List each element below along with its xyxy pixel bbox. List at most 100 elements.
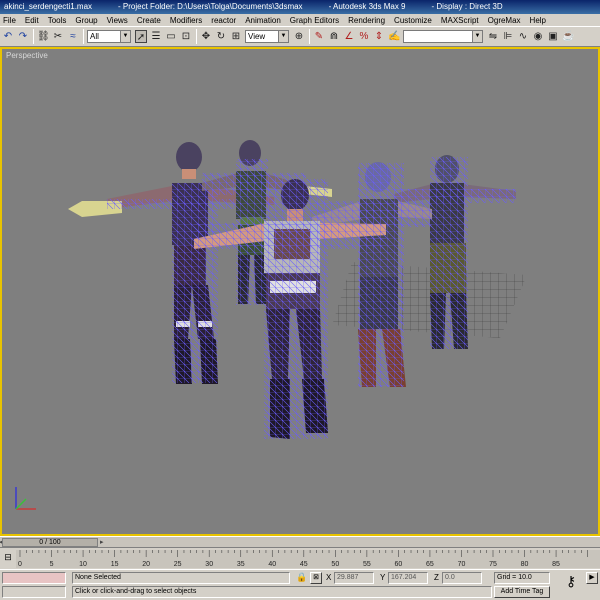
toolbar-divider (83, 29, 84, 44)
x-label: X (326, 573, 332, 582)
y-label: Y (380, 573, 386, 582)
timeline-tick-label: 15 (111, 561, 119, 568)
curve-editor-icon[interactable]: ∿ (517, 30, 529, 43)
window-title-file: akinci_serdengecti1.max (4, 2, 93, 11)
material-editor-icon[interactable]: ◉ (532, 30, 544, 43)
timeline-tick-label: 10 (79, 561, 87, 568)
pivot-point-icon[interactable]: ⊕ (293, 30, 305, 43)
render-setup-icon[interactable]: ▣ (547, 30, 559, 43)
percent-snap-icon[interactable]: % (358, 30, 370, 43)
timeline-tick-label: 65 (426, 561, 434, 568)
window-title-project: - Project Folder: D:\Users\Tolga\Documen… (118, 2, 303, 11)
toolbar-divider (309, 29, 310, 44)
perspective-viewport[interactable]: Perspective (0, 47, 600, 536)
prompt-text: Click or click-and-drag to select object… (75, 588, 197, 595)
select-and-manipulate-icon[interactable]: ✎ (313, 30, 325, 43)
menu-group[interactable]: Group (75, 16, 97, 25)
z-coordinate-field[interactable]: 0.0 (442, 572, 482, 584)
timeline-tick-label: 60 (395, 561, 403, 568)
y-coordinate-value: 167.204 (391, 574, 417, 581)
select-and-move-icon[interactable]: ✥ (200, 30, 212, 43)
selection-status: None Selected (72, 572, 290, 584)
z-label: Z (434, 573, 439, 582)
timeline-tick-label: 50 (331, 561, 339, 568)
lock-icon[interactable]: 🔒 (296, 572, 307, 584)
timeline-tick-label: 0 (18, 561, 22, 568)
selection-filter-dropdown[interactable]: All ▼ (87, 30, 131, 43)
title-bar: akinci_serdengecti1.max - Project Folder:… (0, 0, 600, 14)
selection-status-text: None Selected (75, 574, 121, 581)
menu-rendering[interactable]: Rendering (348, 16, 385, 25)
y-coordinate-field[interactable]: 167.204 (388, 572, 428, 584)
main-toolbar: ↶ ↷ ⛓ ✂ ≈ All ▼ ➚ ☰ ▭ ⊡ ✥ ↻ ⊞ View ▼ ⊕ ✎ ⋒… (0, 27, 600, 47)
chevron-down-icon: ▼ (278, 31, 288, 42)
absolute-mode-icon[interactable]: ⊠ (310, 572, 322, 584)
menu-maxscript[interactable]: MAXScript (441, 16, 479, 25)
spinner-snap-icon[interactable]: ⇕ (373, 30, 385, 43)
viewport-label[interactable]: Perspective (6, 51, 48, 60)
chevron-right-icon[interactable]: ▸ (100, 538, 104, 546)
menu-bar: File Edit Tools Group Views Create Modif… (0, 14, 600, 27)
snap-toggle-icon[interactable]: ⋒ (328, 30, 340, 43)
toolbar-divider (196, 29, 197, 44)
auto-key-icon[interactable]: ▶ (586, 572, 598, 584)
time-slider-frame: 0 / 100 (39, 539, 61, 546)
menu-edit[interactable]: Edit (25, 16, 39, 25)
status-bar: None Selected Click or click-and-drag to… (0, 569, 600, 600)
z-coordinate-value: 0.0 (445, 574, 455, 581)
select-object-icon[interactable]: ➚ (135, 30, 147, 43)
timeline-tick-label: 20 (142, 561, 150, 568)
set-key-icon[interactable]: ⚷ (560, 574, 582, 592)
undo-icon[interactable]: ↶ (2, 30, 14, 43)
add-time-tag-button[interactable]: Add Time Tag (494, 586, 550, 598)
timeline-tick-label: 55 (363, 561, 371, 568)
track-bar[interactable]: 0 5 10 15 20 25 30 35 40 45 50 55 60 65 70 75 80 85 ⊟ (0, 547, 600, 569)
menu-customize[interactable]: Customize (394, 16, 432, 25)
menu-ogremax[interactable]: OgreMax (488, 16, 521, 25)
menu-animation[interactable]: Animation (245, 16, 281, 25)
reference-coordinate-dropdown[interactable]: View ▼ (245, 30, 289, 43)
menu-views[interactable]: Views (107, 16, 128, 25)
timeline-tick-label: 40 (268, 561, 276, 568)
maxscript-listener-output[interactable] (2, 586, 66, 598)
timeline-tick-label: 75 (489, 561, 497, 568)
menu-help[interactable]: Help (530, 16, 546, 25)
rectangular-selection-icon[interactable]: ▭ (165, 30, 177, 43)
x-coordinate-value: 29.887 (337, 574, 359, 581)
angle-snap-icon[interactable]: ∠ (343, 30, 355, 43)
menu-file[interactable]: File (3, 16, 16, 25)
viewport-scene (15, 140, 527, 510)
timeline-tick-label: 85 (552, 561, 560, 568)
window-crossing-icon[interactable]: ⊡ (180, 30, 192, 43)
timeline-tick-label: 70 (458, 561, 466, 568)
window-title-app: - Autodesk 3ds Max 9 (328, 2, 406, 11)
grid-value: Grid = 10.0 (497, 574, 532, 581)
select-and-link-icon[interactable]: ⛓ (37, 30, 49, 43)
menu-create[interactable]: Create (137, 16, 161, 25)
x-coordinate-field[interactable]: 29.887 (334, 572, 374, 584)
menu-tools[interactable]: Tools (48, 16, 67, 25)
unlink-selection-icon[interactable]: ✂ (52, 30, 64, 43)
menu-reactor[interactable]: reactor (211, 16, 236, 25)
render-icon[interactable]: ☕ (562, 30, 574, 43)
time-slider[interactable]: 0 / 100 (2, 538, 98, 547)
time-slider-track: ◂ 0 / 100 ▸ (0, 536, 600, 547)
align-icon[interactable]: ⊫ (502, 30, 514, 43)
edit-named-selection-icon[interactable]: ✍ (388, 30, 400, 43)
select-by-name-icon[interactable]: ☰ (150, 30, 162, 43)
menu-graph-editors[interactable]: Graph Editors (290, 16, 339, 25)
select-and-rotate-icon[interactable]: ↻ (215, 30, 227, 43)
timeline-tick-label: 30 (205, 561, 213, 568)
named-selection-dropdown[interactable]: ▼ (403, 30, 483, 43)
mini-curve-editor-icon[interactable]: ⊟ (2, 552, 14, 564)
select-and-scale-icon[interactable]: ⊞ (230, 30, 242, 43)
timeline-tick-label: 5 (50, 561, 54, 568)
toolbar-divider (33, 29, 34, 44)
prompt-line: Click or click-and-drag to select object… (72, 586, 492, 598)
redo-icon[interactable]: ↷ (17, 30, 29, 43)
maxscript-listener[interactable] (2, 572, 66, 584)
menu-modifiers[interactable]: Modifiers (170, 16, 202, 25)
bind-space-warp-icon[interactable]: ≈ (67, 30, 79, 43)
mirror-icon[interactable]: ⇋ (487, 30, 499, 43)
timeline-tick-label: 35 (237, 561, 245, 568)
